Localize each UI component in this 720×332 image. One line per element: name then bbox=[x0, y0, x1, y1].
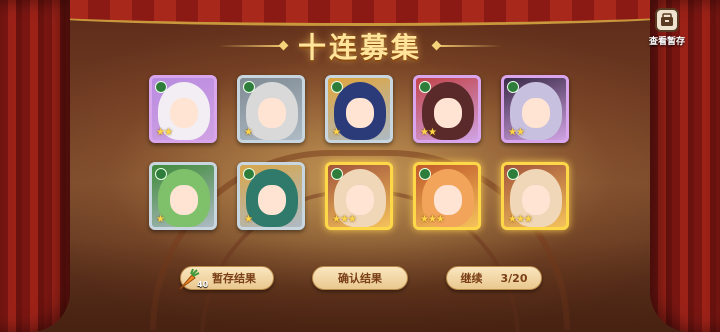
page-title: 十连募集 bbox=[297, 31, 422, 64]
save-cost: 40 bbox=[197, 280, 209, 289]
result-card[interactable]: ★ bbox=[149, 162, 217, 230]
rarity-stars: ★ bbox=[244, 214, 253, 225]
continue-progress: 3/20 bbox=[500, 271, 528, 285]
leaf-icon bbox=[243, 168, 255, 180]
save-result-label: 暂存结果 bbox=[212, 272, 256, 285]
result-card[interactable]: ★★ bbox=[501, 75, 569, 143]
result-card[interactable]: ★★ bbox=[413, 75, 481, 143]
confirm-result-button[interactable]: 确认结果 bbox=[312, 266, 408, 290]
rarity-stars: ★★ bbox=[420, 127, 437, 138]
result-card[interactable]: ★ bbox=[237, 162, 305, 230]
rarity-stars: ★ bbox=[156, 214, 165, 225]
view-stash-button[interactable]: 查看暂存 bbox=[642, 8, 692, 48]
result-card[interactable]: ★★ bbox=[149, 75, 217, 143]
leaf-icon bbox=[155, 168, 167, 180]
rarity-stars: ★★★ bbox=[332, 214, 357, 225]
rarity-stars: ★ bbox=[332, 127, 341, 138]
result-card[interactable]: ★ bbox=[325, 75, 393, 143]
leaf-icon bbox=[419, 81, 431, 93]
title-banner: 十连募集 bbox=[200, 26, 520, 66]
result-card[interactable]: ★★★ bbox=[501, 162, 569, 230]
curtain-left bbox=[0, 0, 70, 332]
continue-label: 继续 bbox=[460, 272, 483, 285]
result-card[interactable]: ★★★ bbox=[413, 162, 481, 230]
result-card[interactable]: ★ bbox=[237, 75, 305, 143]
stash-box-icon bbox=[655, 8, 679, 32]
leaf-icon bbox=[331, 168, 343, 180]
leaf-icon bbox=[507, 81, 519, 93]
rarity-stars: ★ bbox=[244, 127, 253, 138]
curtain-right bbox=[650, 0, 720, 332]
leaf-icon bbox=[155, 81, 167, 93]
rarity-stars: ★★★ bbox=[508, 214, 533, 225]
rarity-stars: ★★ bbox=[508, 127, 525, 138]
recruit-results-grid: ★★ ★ ★ ★★ ★★ ★ ★ ★★★ ★★★ ★★★ bbox=[149, 75, 569, 233]
leaf-icon bbox=[507, 168, 519, 180]
view-stash-label: 查看暂存 bbox=[648, 37, 685, 47]
confirm-result-label: 确认结果 bbox=[338, 272, 382, 285]
continue-button[interactable]: 继续 3/20 bbox=[446, 266, 542, 290]
save-result-button[interactable]: 40 暂存结果 bbox=[179, 266, 274, 290]
rarity-stars: ★★★ bbox=[420, 214, 445, 225]
leaf-icon bbox=[419, 168, 431, 180]
leaf-icon bbox=[243, 81, 255, 93]
result-card[interactable]: ★★★ bbox=[325, 162, 393, 230]
water-icon bbox=[331, 81, 343, 93]
title-deco-right bbox=[436, 45, 502, 47]
curtain-valance bbox=[0, 0, 720, 26]
rarity-stars: ★★ bbox=[156, 127, 173, 138]
title-deco-left bbox=[217, 45, 284, 47]
